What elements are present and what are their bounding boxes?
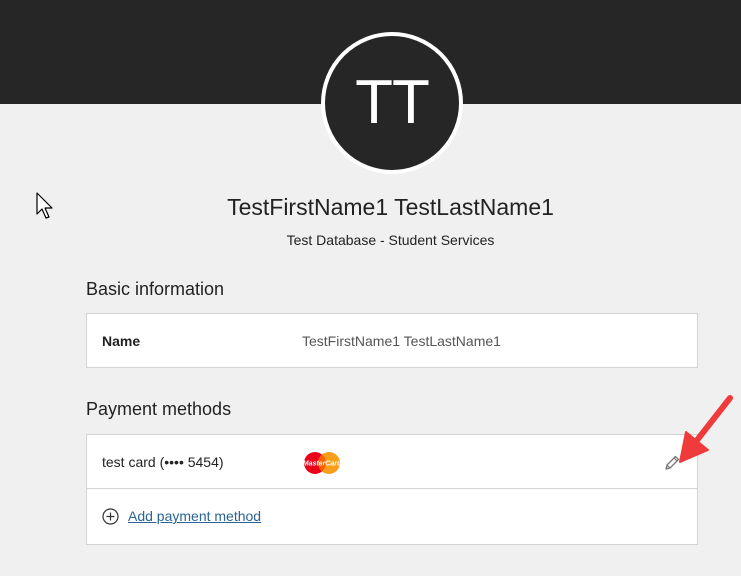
payment-methods-card: test card (•••• 5454) MasterCard Add pay… bbox=[86, 434, 698, 545]
profile-page: TT TestFirstName1 TestLastName1 Test Dat… bbox=[0, 0, 741, 576]
mastercard-icon: MasterCard bbox=[303, 452, 342, 474]
payment-method-label: test card (•••• 5454) bbox=[102, 454, 224, 470]
payment-methods-heading: Payment methods bbox=[86, 399, 232, 419]
annotation-arrow-icon bbox=[679, 395, 733, 463]
add-payment-method-link[interactable]: Add payment method bbox=[128, 508, 261, 524]
avatar-initials: TT bbox=[355, 68, 430, 137]
basic-information-card: Name TestFirstName1 TestLastName1 bbox=[86, 313, 698, 368]
add-payment-method-row[interactable]: Add payment method bbox=[87, 489, 697, 544]
name-label: Name bbox=[102, 333, 141, 349]
plus-circle-icon[interactable] bbox=[102, 508, 119, 525]
user-full-name: TestFirstName1 TestLastName1 bbox=[227, 194, 554, 220]
payment-method-row: test card (•••• 5454) MasterCard bbox=[87, 435, 697, 489]
name-value: TestFirstName1 TestLastName1 bbox=[302, 333, 501, 349]
user-organization: Test Database - Student Services bbox=[286, 232, 495, 248]
svg-text:MasterCard: MasterCard bbox=[303, 461, 342, 468]
basic-information-heading: Basic information bbox=[86, 279, 225, 299]
avatar: TT bbox=[321, 32, 463, 174]
name-row: Name TestFirstName1 TestLastName1 bbox=[87, 314, 697, 367]
